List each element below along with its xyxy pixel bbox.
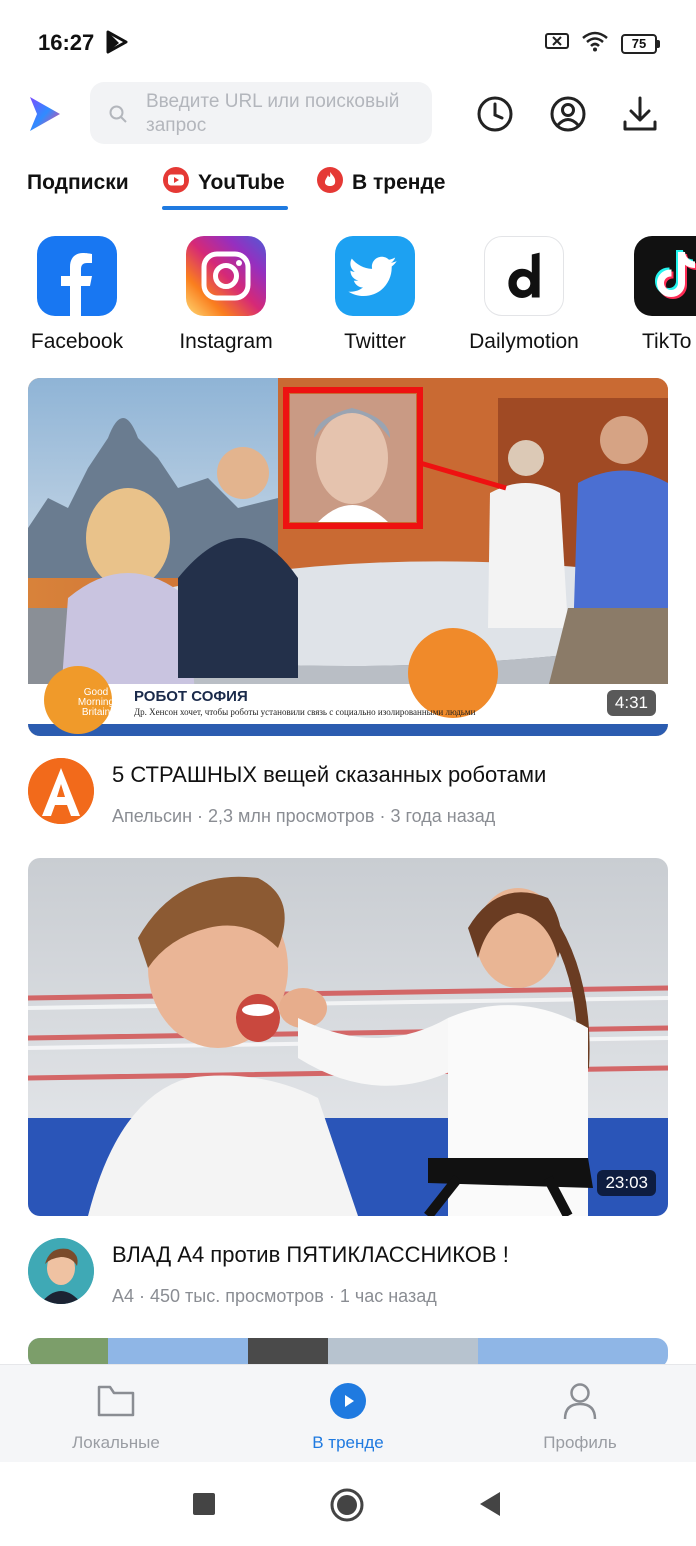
wifi-icon [581, 30, 609, 57]
history-button[interactable] [475, 94, 515, 134]
video-meta: Апельсин · 2,3 млн просмотров · 3 года н… [112, 806, 496, 826]
twitter-icon [335, 236, 415, 316]
nav-trending[interactable]: В тренде [268, 1381, 428, 1453]
youtube-icon [162, 166, 190, 200]
back-button[interactable] [478, 1491, 502, 1522]
thumbnail-image [28, 858, 668, 1216]
folder-icon [36, 1381, 196, 1421]
status-bar: 16:27 75 [0, 0, 696, 84]
caption-title: РОБОТ СОФИЯ [134, 688, 248, 705]
tab-label: Подписки [27, 171, 129, 194]
battery-level: 75 [621, 33, 657, 54]
category-tabs: Подписки YouTube В тренде [0, 160, 696, 212]
play-store-icon [106, 30, 128, 59]
site-dailymotion[interactable]: Dailymotion [449, 236, 599, 354]
video-thumbnail[interactable]: 23:03 [28, 858, 668, 1216]
tab-subscriptions[interactable]: Подписки [27, 168, 129, 198]
nav-label: Локальные [72, 1433, 160, 1452]
site-label: TikTo [642, 330, 692, 353]
tab-label: YouTube [198, 171, 285, 194]
system-navigation-bar [0, 1462, 696, 1546]
nav-local[interactable]: Локальные [36, 1381, 196, 1453]
tab-label: В тренде [352, 171, 446, 194]
video-title[interactable]: 5 СТРАШНЫХ вещей сказанных роботами [112, 762, 546, 788]
search-input[interactable]: Введите URL или поисковый запрос [90, 82, 432, 144]
caption-subtitle: Др. Хенсон хочет, чтобы роботы установил… [134, 707, 476, 717]
active-tab-indicator [162, 206, 288, 210]
bottom-navigation: Локальные В тренде Профиль [0, 1364, 696, 1462]
battery-icon: 75 [621, 33, 660, 54]
play-circle-icon [268, 1381, 428, 1421]
fire-icon [316, 166, 344, 200]
app-logo-icon[interactable] [26, 95, 64, 138]
search-placeholder: Введите URL или поисковый запрос [146, 91, 400, 136]
site-twitter[interactable]: Twitter [300, 236, 450, 354]
channel-brand-logo: Good Morning Britain [77, 687, 115, 718]
site-label: Facebook [30, 330, 124, 353]
status-time: 16:27 [38, 30, 95, 55]
tiktok-icon [634, 236, 696, 316]
top-bar: Введите URL или поисковый запрос [0, 82, 696, 146]
site-label: Dailymotion [469, 330, 579, 353]
video-duration: 4:31 [606, 690, 656, 716]
tab-youtube[interactable]: YouTube [162, 166, 285, 200]
channel-avatar[interactable] [28, 1238, 94, 1304]
profile-icon [500, 1381, 660, 1421]
account-button[interactable] [548, 94, 588, 134]
video-meta: А4 · 450 тыс. просмотров · 1 час назад [112, 1286, 437, 1306]
nav-label: В тренде [312, 1433, 384, 1452]
site-instagram[interactable]: Instagram [151, 236, 301, 354]
nav-label: Профиль [543, 1433, 617, 1452]
download-button[interactable] [620, 94, 660, 134]
home-button[interactable] [330, 1488, 364, 1527]
thumbnail-image [28, 378, 668, 736]
instagram-icon [186, 236, 266, 316]
site-label: Instagram [179, 330, 273, 353]
video-thumbnail[interactable]: Good Morning Britain РОБОТ СОФИЯ Др. Хен… [28, 378, 668, 736]
sim-blocked-icon [545, 31, 569, 56]
nav-profile[interactable]: Профиль [500, 1381, 660, 1453]
quick-sites: Facebook Instagram Twitter Dailymotion T… [0, 236, 696, 366]
video-duration: 23:03 [597, 1170, 656, 1196]
recents-button[interactable] [192, 1492, 216, 1521]
dailymotion-icon [484, 236, 564, 316]
facebook-icon [37, 236, 117, 316]
site-label: Twitter [344, 330, 406, 353]
video-title[interactable]: ВЛАД А4 против ПЯТИКЛАССНИКОВ ! [112, 1242, 509, 1268]
search-icon [108, 104, 128, 129]
site-facebook[interactable]: Facebook [2, 236, 152, 354]
site-tiktok[interactable]: TikTo [596, 236, 696, 354]
channel-avatar[interactable] [28, 758, 94, 824]
tab-trending[interactable]: В тренде [316, 166, 446, 200]
